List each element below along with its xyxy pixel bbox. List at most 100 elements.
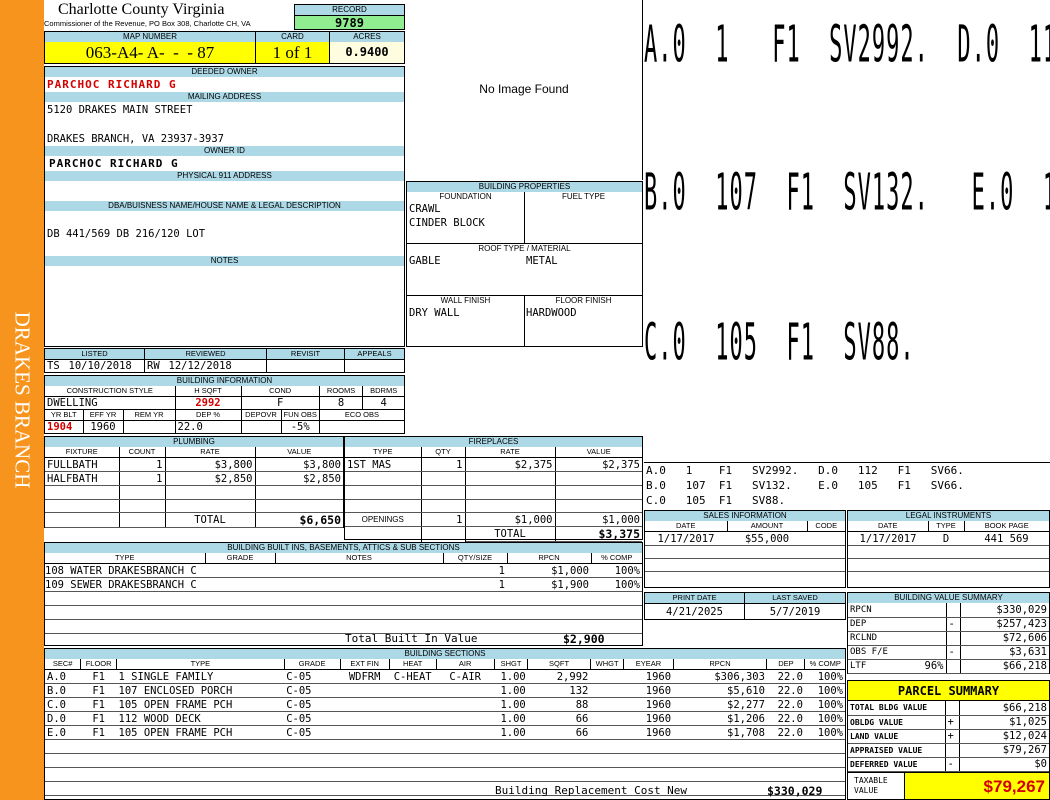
section-cell: 100% [804,669,845,684]
section-cell: 22.0 [766,683,805,698]
county-header: Charlotte County Virginia Commissioner o… [44,0,294,31]
print-date-table: PRINT DATE LAST SAVED 4/21/2025 5/7/2019 [644,592,846,620]
value-summary-sign [946,631,961,646]
building-sections-table: SEC# FLOOR TYPE GRADE EXT FIN HEAT AIR SHGT SQFT… [45,659,845,796]
mailing-line3: DRAKES BRANCH, VA 23937-3937 [47,133,225,145]
building-properties-title: BUILDING PROPERTIES [407,182,642,192]
section-cell: C-AIR [436,669,495,684]
section-cell [590,669,624,684]
built-in-qty: 1 [443,577,507,592]
parcel-summary-label: TOTAL BLDG VALUE [848,701,946,716]
section-cell [389,725,437,740]
owner-id: PARCHOC RICHARD G [49,157,179,170]
section-cell [389,683,437,698]
section-cell: C-05 [284,683,341,698]
sketch-line-1: A.0 1 F1 SV2992. D.0 112 F1 SV66. [644,18,1050,76]
appeals-label: APPEALS [344,348,405,360]
foundation-2: CINDER BLOCK [409,217,485,229]
section-cell [590,725,624,740]
section-cell: 1960 [623,697,674,712]
plumbing-fixture: HALFBATH [45,471,120,486]
parcel-summary-value: $1,025 [959,715,1049,730]
county-title: Charlotte County Virginia [58,1,225,18]
bi-grade-header: GRADE [205,553,276,564]
sketch-legend: A.0 1 F1 SV2992. D.0 112 F1 SV66. B.0 10… [644,462,1050,509]
section-cell: F1 [80,711,117,726]
building-sections-panel: BUILDING SECTIONS SEC# FLOOR TYPE GRADE EXT … [44,648,846,800]
fireplaces-panel: FIREPLACES TYPE QTY RATE VALUE 1ST MAS 1 $… [344,436,643,542]
parcel-summary-sign [945,701,960,716]
section-cell: F1 [80,697,117,712]
value-summary-sign [946,603,961,618]
section-cell: F1 [80,683,117,698]
acres-label: ACRES [329,32,404,42]
parcel-summary-panel: PARCEL SUMMARY TOTAL BLDG VALUE $66,218 OB… [847,680,1050,800]
built-in-rpcn: $1,000 [507,563,591,578]
bi-type-header: TYPE [45,553,206,564]
sketch-line-3: C.0 105 F1 SV88. [644,316,915,374]
section-cell: 100% [804,711,845,726]
section-cell: $306,303 [673,669,767,684]
built-ins-panel: BUILDING BUILT INS, BASEMENTS, ATTICS & … [44,542,643,646]
parcel-summary-value: $12,024 [959,729,1049,744]
last-saved: 5/7/2019 [769,605,821,618]
section-header: WHGT [590,659,625,670]
side-banner-text: DRAKES BRANCH [10,311,35,489]
value-summary-value: $72,606 [960,631,1049,646]
value-summary-pct [908,617,947,632]
fp-value-header: VALUE [555,447,642,458]
value-summary-pct [908,631,947,646]
value-summary-sign: - [946,645,961,660]
built-in-total: $2,900 [563,632,605,646]
dep-label: DEP % [175,409,242,421]
owner-id-label: OWNER ID [45,146,404,156]
plumbing-count: 1 [119,471,166,486]
parcel-summary-label: LAND VALUE [848,729,946,744]
parcel-summary-value: $79,267 [959,743,1049,758]
section-cell: 22.0 [766,725,805,740]
value-summary-sign [946,659,961,674]
cond-label: COND [241,386,320,397]
section-cell: $2,277 [673,697,767,712]
section-cell [436,683,495,698]
record-label: RECORD [295,5,404,15]
section-header: % COMP [804,659,845,670]
sale-amount-header: AMOUNT [727,521,808,532]
depreciation: 22.0 [175,420,242,433]
bi-notes-header: NOTES [275,553,444,564]
bedrooms: 4 [362,396,404,410]
bi-comp-header: % COMP [591,553,642,564]
year-built: 1904 [45,420,84,433]
section-cell: 1 SINGLE FAMILY [116,669,285,684]
legal-date: 1/17/2017 [848,531,928,546]
legal-book-page: 441 569 [964,531,1049,546]
section-cell: 88 [527,697,591,712]
taxable-label: TAXABLE VALUE [848,772,905,799]
value-summary-pct [908,645,947,660]
replacement-cost: $330,029 [767,784,823,798]
section-cell: WDFRM [340,669,390,684]
section-cell: 100% [804,683,845,698]
parcel-summary-table: TOTAL BLDG VALUE $66,218 OBLDG VALUE + $1,02… [848,701,1049,772]
value-summary-value: $3,631 [960,645,1049,660]
fireplaces-total: $3,375 [555,526,642,542]
sale-date: 1/17/2017 [645,531,727,546]
map-number-row: MAP NUMBER CARD ACRES 063-A4- A- - - 87 … [44,31,405,64]
section-cell: 105 OPEN FRAME PCH [116,725,285,740]
sale-code [807,531,845,546]
fireplaces-total-label: TOTAL [465,526,556,542]
map-number-label: MAP NUMBER [45,32,255,42]
plumbing-total-label: TOTAL [165,512,256,528]
rate-header: RATE [165,447,256,458]
section-cell: 1.00 [494,725,528,740]
section-cell: $1,206 [673,711,767,726]
building-information: BUILDING INFORMATION CONSTRUCTION STYLE … [44,375,405,434]
building-info-title: BUILDING INFORMATION [45,376,404,386]
section-cell [590,711,624,726]
fueltype-label: FUEL TYPE [524,192,642,202]
parcel-summary-sign: + [945,729,960,744]
section-cell: 22.0 [766,669,805,684]
listed-date: 10/10/2018 [66,359,145,373]
mailing-line1: 5120 DRAKES MAIN STREET [47,104,193,116]
hsqft-label: H SQFT [175,386,242,397]
